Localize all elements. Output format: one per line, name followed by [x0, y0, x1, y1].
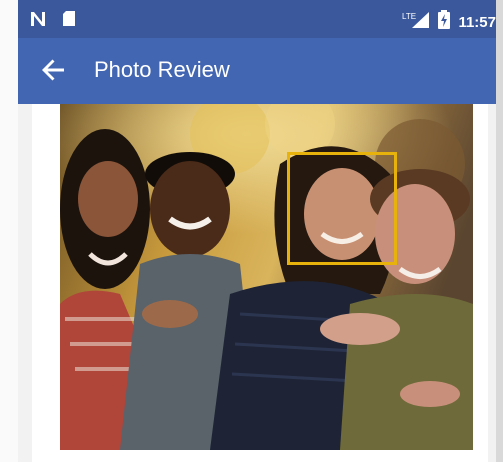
network-signal-icon: LTE	[402, 11, 430, 34]
page-title: Photo Review	[94, 57, 230, 82]
status-bar: LTE 11:57	[18, 0, 496, 38]
arrow-left-icon	[41, 59, 65, 86]
review-photo[interactable]	[60, 104, 473, 450]
back-button[interactable]	[38, 57, 68, 87]
face-detection-box[interactable]	[287, 152, 397, 265]
sd-card-icon	[62, 10, 76, 32]
left-edge	[0, 0, 18, 462]
n-logo-icon	[30, 11, 48, 32]
status-time: 11:57	[458, 13, 496, 31]
app-bar: Photo Review	[18, 38, 496, 104]
right-edge	[496, 0, 503, 462]
battery-charging-icon	[438, 10, 451, 34]
network-label: LTE	[402, 12, 416, 21]
